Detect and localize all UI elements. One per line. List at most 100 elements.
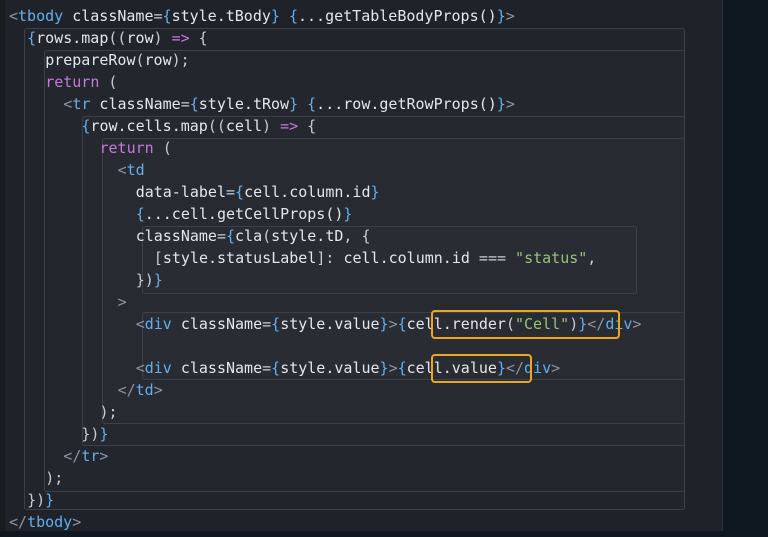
code-line: ); (100, 401, 118, 423)
code-token: } (496, 7, 506, 25)
code-token: { (189, 95, 199, 113)
code-line: </tbody> (9, 511, 81, 531)
code-token: tr (72, 95, 91, 113)
code-token: , (587, 249, 597, 267)
code-token: return (45, 73, 100, 91)
code-token: tbody (27, 513, 73, 531)
code-token: } (45, 491, 55, 509)
code-token: { (271, 359, 281, 377)
code-line: [style.statusLabel]: cell.column.id === … (154, 247, 597, 269)
code-token: cell (225, 117, 263, 135)
code-token: } (379, 359, 389, 377)
code-token: = (153, 7, 163, 25)
code-token: => (280, 117, 299, 135)
code-token: className (171, 315, 263, 333)
code-token: className (135, 227, 217, 245)
code-token: { (27, 29, 37, 47)
code-token: { (288, 7, 298, 25)
code-token: ]: (316, 249, 344, 267)
code-line: ); (45, 467, 63, 489)
code-token: data-label (135, 183, 226, 201)
code-token: } (289, 95, 299, 113)
code-line: > (118, 291, 127, 313)
code-token: ); (171, 51, 190, 69)
code-token: cell.column.id (244, 183, 371, 201)
editor-gutter (0, 0, 5, 531)
code-token: => (171, 29, 190, 47)
code-token: return (99, 139, 154, 157)
code-token: cla (235, 227, 263, 245)
code-token: className (171, 359, 263, 377)
code-line: className={cla(style.tD, { (136, 225, 371, 247)
code-token: div (144, 315, 172, 333)
code-token: } (379, 315, 389, 333)
code-token: } (99, 425, 109, 443)
code-token: td (135, 381, 154, 399)
code-line: prepareRow(row); (45, 49, 190, 71)
code-token: = (226, 183, 236, 201)
code-token: ); (45, 469, 64, 487)
code-token: > (632, 315, 642, 333)
code-line: </tr> (63, 445, 108, 467)
code-line: })} (136, 269, 163, 291)
code-token: = (180, 95, 190, 113)
code-token: style.value (280, 359, 380, 377)
code-token: td (126, 161, 145, 179)
code-token: ) (153, 29, 172, 47)
code-token: ( (135, 51, 145, 69)
code-token: prepareRow (45, 51, 136, 69)
code-token: { (397, 359, 407, 377)
code-token: style.tBody (171, 7, 271, 25)
code-token: { (162, 7, 172, 25)
code-token: ...row.getRowProps() (316, 95, 497, 113)
code-token: ( (262, 227, 272, 245)
code-line: {...cell.getCellProps()} (136, 203, 353, 225)
code-token: tr (81, 447, 100, 465)
code-token: } (270, 7, 280, 25)
code-token: </ (117, 381, 136, 399)
code-token: > (117, 293, 127, 311)
code-token: = (262, 359, 272, 377)
code-token: > (551, 359, 561, 377)
code-token: ...getTableBodyProps() (298, 7, 497, 25)
code-line: return ( (100, 137, 172, 159)
code-token: > (388, 315, 398, 333)
code-line: <tbody className={style.tBody} {...getTa… (9, 5, 515, 27)
code-token: < (9, 7, 19, 25)
code-token: </ (9, 513, 28, 531)
code-token: { (135, 205, 145, 223)
code-token: "status" (515, 249, 588, 267)
code-token: { (189, 29, 208, 47)
code-token: { (307, 95, 317, 113)
code-token: }) (81, 425, 100, 443)
code-token: } (343, 205, 353, 223)
code-line: {row.cells.map((cell) => { (81, 115, 316, 137)
code-token: }) (135, 271, 154, 289)
code-token: ( (153, 139, 172, 157)
code-token: className (63, 7, 154, 25)
code-token: rows.map (36, 29, 109, 47)
code-token: < (63, 95, 73, 113)
code-token: className (90, 95, 181, 113)
code-token: cell.column.id (343, 249, 470, 267)
code-token: style.statusLabel (162, 249, 317, 267)
code-token: { (235, 183, 245, 201)
code-line: data-label={cell.column.id} (136, 181, 380, 203)
code-token: style.tRow (198, 95, 290, 113)
highlight-box-cell-value (431, 354, 532, 383)
code-token: < (117, 161, 127, 179)
code-line: })} (27, 489, 54, 511)
code-line: <tr className={style.tRow} {...row.getRo… (63, 93, 515, 115)
code-line: return ( (45, 71, 117, 93)
code-token: > (153, 381, 163, 399)
code-token: row (126, 29, 154, 47)
code-token: { (271, 315, 281, 333)
code-line: {rows.map((row) => { (27, 27, 208, 49)
code-token: ...cell.getCellProps() (144, 205, 344, 223)
code-token: < (135, 359, 145, 377)
code-editor[interactable]: <tbody className={style.tBody} {...getTa… (0, 0, 723, 531)
code-line: </td> (118, 379, 163, 401)
code-token: > (388, 359, 398, 377)
